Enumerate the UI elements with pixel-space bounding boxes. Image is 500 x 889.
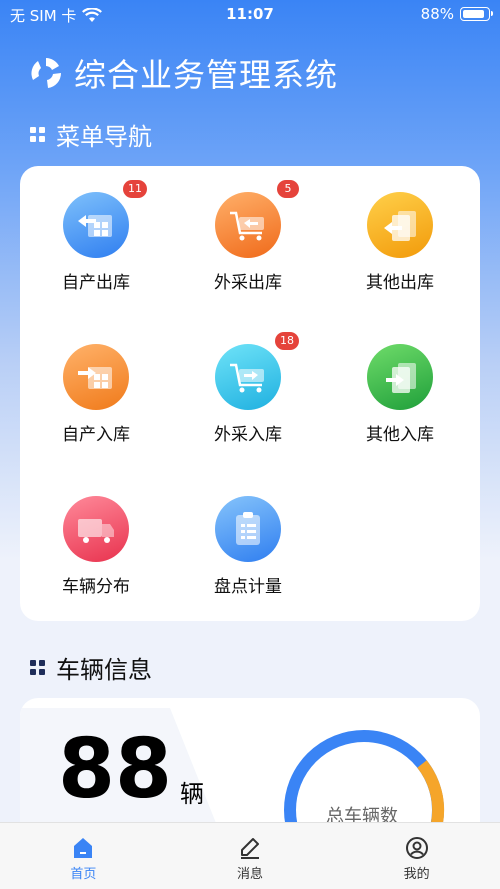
grid-icon	[30, 659, 46, 676]
menu-item-purchase-out[interactable]: 5 外采出库	[178, 180, 318, 293]
menu-section-label: 菜单导航	[56, 123, 152, 151]
vehicle-count: 88	[58, 722, 173, 817]
docs-in-icon	[367, 344, 433, 410]
menu-item-inventory-count[interactable]: 盘点计量	[178, 496, 318, 597]
warehouse-in-icon	[63, 344, 129, 410]
vehicle-section-title: 车辆信息	[30, 650, 152, 685]
vehicle-unit: 辆	[180, 780, 204, 808]
battery-icon	[460, 7, 493, 21]
menu-label: 外采出库	[214, 273, 282, 293]
tab-messages[interactable]: 消息	[167, 823, 334, 889]
app-header: 综合业务管理系统	[28, 50, 338, 96]
menu-section-title: 菜单导航	[30, 117, 152, 152]
menu-item-self-out[interactable]: 11 自产出库	[26, 180, 166, 293]
badge: 18	[275, 332, 299, 350]
grid-icon	[30, 126, 46, 143]
cart-out-icon: 5	[215, 180, 299, 258]
menu-label: 其他出库	[366, 273, 434, 293]
menu-item-self-in[interactable]: 自产入库	[26, 344, 166, 445]
warehouse-out-icon: 11	[63, 180, 147, 258]
battery-text: 88%	[420, 5, 454, 23]
tab-label: 我的	[403, 867, 430, 882]
home-icon	[74, 838, 93, 858]
status-bar: 无 SIM 卡 11:07 88%	[0, 0, 500, 28]
tab-label: 首页	[70, 867, 97, 882]
truck-icon	[63, 496, 129, 562]
menu-item-purchase-in[interactable]: 18 外采入库	[178, 332, 318, 445]
badge: 11	[123, 180, 147, 198]
menu-label: 自产出库	[62, 273, 130, 293]
cart-in-icon: 18	[215, 332, 299, 410]
menu-card: 11 自产出库 5 外采出库 其他出库 自产入库 18 外采入库 其他入库 车辆…	[20, 166, 480, 621]
menu-label: 车辆分布	[62, 577, 130, 597]
profile-icon	[405, 837, 428, 859]
vehicle-section-label: 车辆信息	[56, 656, 152, 684]
badge: 5	[277, 180, 299, 198]
tab-label: 消息	[237, 867, 264, 882]
logo-icon	[31, 58, 62, 88]
pen-icon	[241, 838, 259, 859]
tab-home[interactable]: 首页	[0, 823, 167, 889]
docs-out-icon	[367, 192, 433, 258]
menu-item-other-out[interactable]: 其他出库	[330, 192, 470, 293]
tab-profile[interactable]: 我的	[333, 823, 500, 889]
menu-label: 盘点计量	[214, 577, 282, 597]
menu-label: 外采入库	[214, 425, 282, 445]
menu-label: 其他入库	[366, 425, 434, 445]
menu-item-other-in[interactable]: 其他入库	[330, 344, 470, 445]
tab-bar: 首页 消息 我的	[0, 822, 500, 889]
menu-item-vehicle-distribution[interactable]: 车辆分布	[26, 496, 166, 597]
menu-label: 自产入库	[62, 425, 130, 445]
app-title: 综合业务管理系统	[74, 56, 339, 94]
clipboard-icon	[215, 496, 281, 562]
